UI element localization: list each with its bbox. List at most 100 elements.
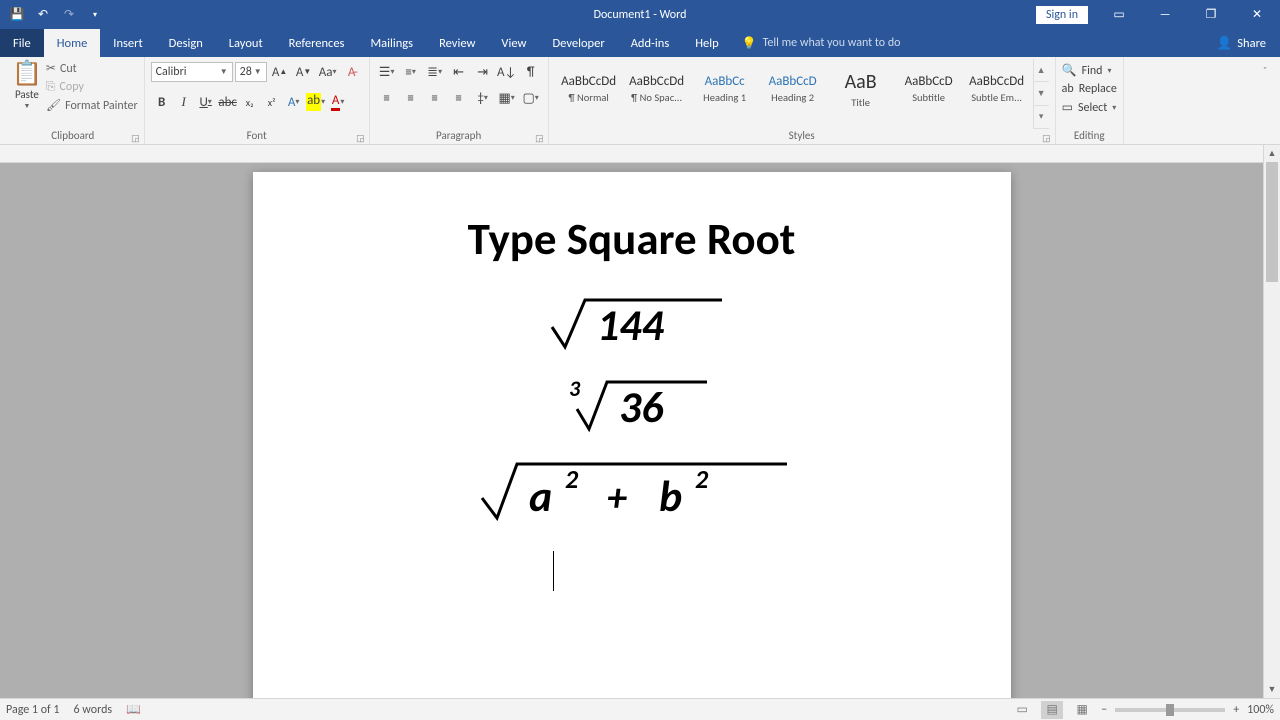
sign-in-button[interactable]: Sign in (1036, 6, 1088, 24)
tab-review[interactable]: Review (426, 29, 488, 57)
collapse-ribbon-icon[interactable]: ˇ (1256, 61, 1274, 79)
increase-indent-button[interactable]: ⇥ (472, 61, 494, 83)
tab-home[interactable]: Home (44, 29, 101, 57)
shrink-font-button[interactable]: A▼ (293, 61, 315, 83)
text-effects-button[interactable]: A▾ (283, 91, 305, 113)
document-heading[interactable]: Type Square Root (313, 212, 951, 267)
style-heading-1[interactable]: AaBbCcHeading 1 (692, 61, 758, 117)
zoom-in-button[interactable]: + (1233, 703, 1239, 717)
change-case-button[interactable]: Aa▾ (317, 61, 339, 83)
style--normal[interactable]: AaBbCcDd¶ Normal (556, 61, 622, 117)
tab-addins[interactable]: Add-ins (618, 29, 683, 57)
multilevel-list-button[interactable]: ≣▾ (424, 61, 446, 83)
scroll-up-icon[interactable]: ▲ (1264, 145, 1280, 162)
copy-button[interactable]: ⎘Copy (46, 80, 138, 94)
tell-me-search[interactable]: 💡 Tell me what you want to do (742, 29, 901, 57)
style-preview: AaBbCcDd (629, 74, 684, 89)
spellcheck-icon[interactable]: 📖 (126, 702, 141, 717)
print-layout-button[interactable]: ▤ (1041, 701, 1063, 719)
ribbon-display-options-icon[interactable]: ▭ (1096, 0, 1142, 29)
replace-button[interactable]: abReplace (1062, 82, 1117, 96)
font-size-selector[interactable]: 28▼ (235, 62, 267, 82)
tab-references[interactable]: References (276, 29, 358, 57)
highlight-button[interactable]: ab▾ (305, 91, 327, 113)
find-button[interactable]: 🔍Find▾ (1062, 63, 1112, 78)
tab-view[interactable]: View (488, 29, 539, 57)
style-subtitle[interactable]: AaBbCcDSubtitle (896, 61, 962, 117)
tab-insert[interactable]: Insert (100, 29, 155, 57)
zoom-slider[interactable] (1115, 708, 1225, 712)
paste-button[interactable]: 📋 Paste ▼ (8, 59, 46, 110)
group-styles-title: Styles◲ (555, 129, 1049, 144)
scroll-track[interactable] (1264, 162, 1280, 681)
undo-icon[interactable]: ↶ (30, 2, 56, 28)
borders-button[interactable]: ▢▾ (520, 87, 542, 109)
styles-launcher-icon[interactable]: ◲ (1042, 133, 1051, 144)
share-button[interactable]: 👤 Share (1203, 29, 1280, 57)
superscript-button[interactable]: x² (261, 91, 283, 113)
align-center-button[interactable]: ≡ (400, 87, 422, 109)
redo-icon[interactable]: ↷ (56, 2, 82, 28)
scroll-down-icon[interactable]: ▼ (1264, 681, 1280, 698)
equation-pythagoras[interactable]: a 2 + b 2 (313, 456, 951, 526)
strikethrough-button[interactable]: abc (217, 91, 239, 113)
maximize-icon[interactable]: ❐ (1188, 0, 1234, 29)
tab-file[interactable]: File (0, 29, 44, 57)
tab-layout[interactable]: Layout (216, 29, 276, 57)
web-layout-button[interactable]: ▦ (1071, 701, 1093, 719)
word-count[interactable]: 6 words (74, 703, 113, 717)
read-mode-button[interactable]: ▭ (1011, 701, 1033, 719)
bullets-button[interactable]: ☰▾ (376, 61, 398, 83)
font-name-selector[interactable]: Calibri▼ (151, 62, 233, 82)
font-color-button[interactable]: A▾ (327, 91, 349, 113)
style-title[interactable]: AaBTitle (828, 61, 894, 117)
select-button[interactable]: ▭Select▾ (1062, 100, 1117, 115)
clear-formatting-button[interactable]: A̶ (341, 61, 363, 83)
style--no-spac-[interactable]: AaBbCcDd¶ No Spac... (624, 61, 690, 117)
gallery-scroll-btn[interactable]: ▼ (1034, 82, 1049, 105)
minimize-icon[interactable]: — (1142, 0, 1188, 29)
clipboard-launcher-icon[interactable]: ◲ (131, 133, 140, 144)
qat-customize-icon[interactable]: ▾ (82, 2, 108, 28)
equation-cuberoot-36[interactable]: 3 36 (313, 374, 951, 434)
grow-font-button[interactable]: A▲ (269, 61, 291, 83)
vertical-scrollbar[interactable]: ▲ ▼ (1263, 145, 1280, 698)
align-right-button[interactable]: ≡ (424, 87, 446, 109)
scroll-thumb[interactable] (1266, 162, 1278, 282)
paragraph-launcher-icon[interactable]: ◲ (535, 133, 544, 144)
style-subtle-em-[interactable]: AaBbCcDdSubtle Em... (964, 61, 1030, 117)
zoom-slider-thumb[interactable] (1166, 704, 1174, 716)
subscript-button[interactable]: x₂ (239, 91, 261, 113)
align-left-button[interactable]: ≡ (376, 87, 398, 109)
gallery-scroll-btn[interactable]: ▾ (1034, 106, 1049, 129)
document-page[interactable]: Type Square Root 144 3 36 a 2 + b 2 (253, 172, 1011, 698)
styles-gallery-scroll[interactable]: ▲▼▾ (1033, 59, 1049, 129)
underline-button[interactable]: U▾ (195, 91, 217, 113)
gallery-scroll-btn[interactable]: ▲ (1034, 59, 1049, 82)
numbering-button[interactable]: ≡▾ (400, 61, 422, 83)
style-heading-2[interactable]: AaBbCcDHeading 2 (760, 61, 826, 117)
font-launcher-icon[interactable]: ◲ (356, 133, 365, 144)
italic-button[interactable]: I (173, 91, 195, 113)
tab-help[interactable]: Help (682, 29, 731, 57)
cut-button[interactable]: ✂Cut (46, 61, 138, 76)
tab-developer[interactable]: Developer (539, 29, 617, 57)
document-area[interactable]: Type Square Root 144 3 36 a 2 + b 2 (0, 163, 1263, 698)
format-painter-button[interactable]: 🖌Format Painter (46, 98, 138, 113)
equation-sqrt-144[interactable]: 144 (313, 292, 951, 352)
save-icon[interactable]: 💾 (4, 2, 30, 28)
sort-button[interactable]: A↓ (496, 61, 518, 83)
justify-button[interactable]: ≡ (448, 87, 470, 109)
tab-mailings[interactable]: Mailings (357, 29, 426, 57)
show-marks-button[interactable]: ¶ (520, 61, 542, 83)
zoom-level[interactable]: 100% (1247, 703, 1274, 717)
bold-button[interactable]: B (151, 91, 173, 113)
zoom-out-button[interactable]: − (1101, 703, 1107, 717)
tab-design[interactable]: Design (156, 29, 216, 57)
close-icon[interactable]: ✕ (1234, 0, 1280, 29)
page-indicator[interactable]: Page 1 of 1 (6, 703, 60, 717)
line-spacing-button[interactable]: ‡▾ (472, 87, 494, 109)
decrease-indent-button[interactable]: ⇤ (448, 61, 470, 83)
shading-button[interactable]: ▦▾ (496, 87, 518, 109)
style-preview: AaB (845, 70, 877, 94)
